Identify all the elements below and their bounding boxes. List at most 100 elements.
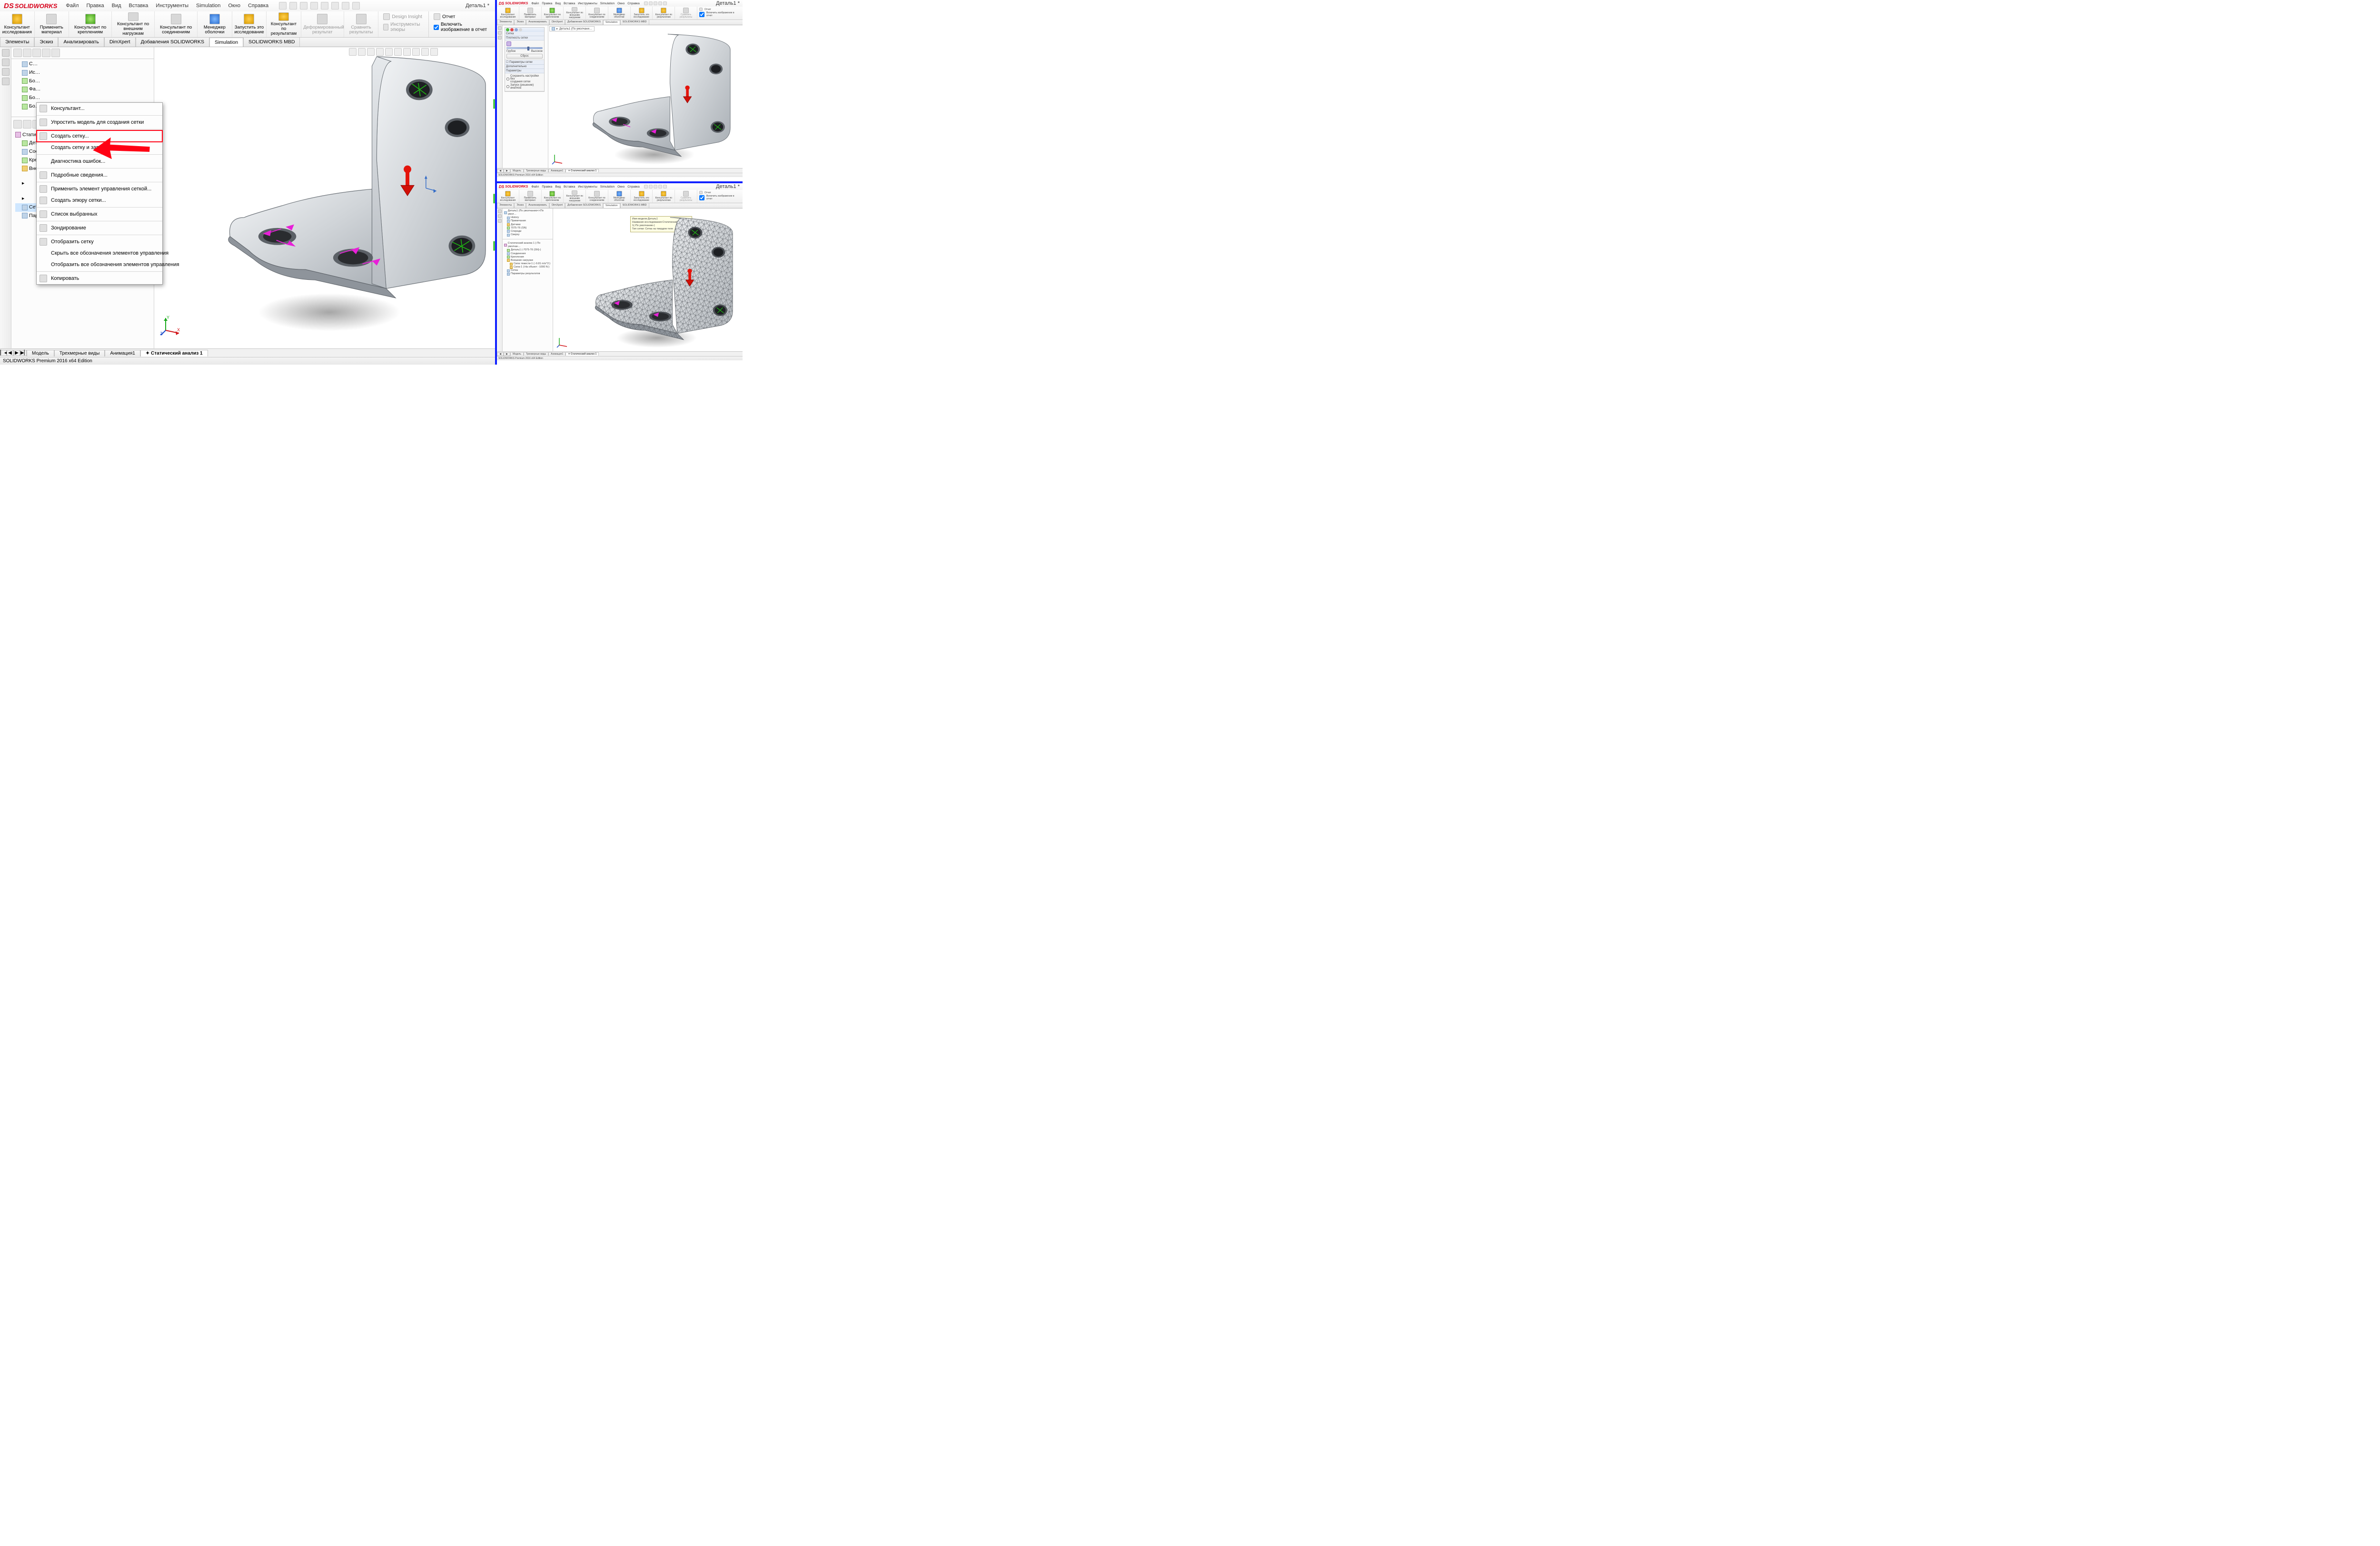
mini-title-bar: DSSOLIDWORKS ФайлПравкаВидВставкаИнструм…: [497, 0, 743, 7]
fixture-advisor-icon: [85, 14, 96, 24]
ribbon-fixture-advisor[interactable]: Консультант по креплениям: [69, 11, 112, 37]
command-manager-tabs: Элементы Эскиз Анализировать DimXpert До…: [0, 38, 495, 47]
tab-simulation[interactable]: Simulation: [209, 38, 243, 47]
connection-advisor-icon: [171, 14, 181, 24]
run-study-icon: [244, 14, 254, 24]
mesh-property-manager: Сетка Плотность сетки ГрубоеВысокое Сбро…: [505, 27, 545, 92]
fm-tab-icon-3[interactable]: [32, 49, 41, 57]
mini-study-tree: Статический анализ 1 (-По умолчан… Детал…: [503, 241, 553, 277]
run-analysis-checkbox[interactable]: Запуск (решение) анализа: [506, 84, 543, 89]
tab-nav-buttons[interactable]: ▏◀◀▶▶▏: [0, 350, 27, 356]
ribbon-study-advisor[interactable]: Консультант исследования: [0, 11, 35, 37]
motion-study-tabs: ▏◀◀▶▶▏ Модель Трехмерные виды Анимация1 …: [0, 348, 495, 357]
shell-manager-icon: [209, 14, 220, 24]
qat-rebuild-icon[interactable]: [342, 2, 349, 10]
status-bar: SOLIDWORKS Premium 2016 x64 Edition: [0, 357, 495, 365]
bottom-tab-static[interactable]: ✦ Статический анализ 1: [140, 350, 208, 357]
qat-open-icon[interactable]: [289, 2, 297, 10]
tab-dimxpert[interactable]: DimXpert: [104, 38, 136, 47]
mesh-density-slider[interactable]: [506, 47, 543, 49]
task-icon-2[interactable]: [2, 59, 10, 66]
qat-options-icon[interactable]: [352, 2, 360, 10]
menu-simulation[interactable]: Simulation: [192, 1, 224, 10]
ribbon-load-advisor[interactable]: Консультант по внешним нагрузкам: [112, 11, 155, 37]
qat-print-icon[interactable]: [310, 2, 318, 10]
include-image-checkbox[interactable]: Включить изображение в отчет: [434, 22, 490, 32]
svg-text:Y: Y: [167, 315, 169, 320]
study-tab-icon-1[interactable]: [13, 120, 22, 129]
fm-tab-icon-2[interactable]: [23, 49, 31, 57]
graphics-viewport[interactable]: Y X Z: [154, 47, 495, 348]
cm-show-mesh[interactable]: Отобразить сетку: [37, 236, 162, 248]
reset-button[interactable]: Сброс: [506, 54, 543, 59]
show-mesh-icon: [40, 238, 47, 246]
ribbon-results-advisor[interactable]: Консультант по результатам: [267, 11, 301, 37]
qat-select-icon[interactable]: [331, 2, 339, 10]
report-button[interactable]: Отчет: [434, 13, 490, 20]
list-icon: [40, 210, 47, 218]
fm-tab-icon-4[interactable]: [42, 49, 50, 57]
menu-bar: Файл Правка Вид Вставка Инструменты Simu…: [62, 1, 272, 10]
cm-advisor[interactable]: Консультант...: [37, 103, 162, 114]
tab-sketch[interactable]: Эскиз: [34, 38, 58, 47]
svg-text:X: X: [177, 327, 180, 332]
mesh-control-icon: [40, 185, 47, 193]
mesh-plot-icon: [40, 197, 47, 204]
report-icon: [434, 13, 440, 20]
pm-title: Сетка: [505, 32, 544, 36]
task-icon-4[interactable]: [2, 78, 10, 85]
menu-file[interactable]: Файл: [62, 1, 82, 10]
ribbon-shell-manager[interactable]: Менеджер оболочки: [198, 11, 232, 37]
ribbon-run-study[interactable]: Запустить это исследование: [232, 11, 267, 37]
ribbon-deformed: Деформированный результат: [301, 11, 344, 37]
ribbon-apply-material[interactable]: Применить материал: [35, 11, 69, 37]
cm-selected-list[interactable]: Список выбранных: [37, 208, 162, 220]
cm-show-ctrl-labels[interactable]: Отобразить все обозначения элементов упр…: [37, 259, 162, 270]
pm-ok-icon[interactable]: [506, 28, 509, 31]
study-tab-icon-2[interactable]: [23, 120, 31, 129]
pm-pushpin-icon[interactable]: [519, 28, 522, 31]
qat-undo-icon[interactable]: [321, 2, 328, 10]
tab-evaluate[interactable]: Анализировать: [58, 38, 104, 47]
menu-insert[interactable]: Вставка: [125, 1, 152, 10]
cm-details[interactable]: Подробные сведения...: [37, 169, 162, 181]
create-mesh-icon: [40, 132, 47, 140]
ribbon-report-group: Отчет Включить изображение в отчет: [429, 11, 495, 37]
title-bar: DSSOLIDWORKS Файл Правка Вид Вставка Инс…: [0, 0, 495, 11]
cm-mesh-control[interactable]: Применить элемент управления сеткой...: [37, 183, 162, 195]
fm-tab-icon-5[interactable]: [51, 49, 60, 57]
pm-cancel-icon[interactable]: [510, 28, 514, 31]
cm-hide-ctrl-labels[interactable]: Скрыть все обозначения элементов управле…: [37, 248, 162, 259]
simplify-icon: [40, 119, 47, 126]
cm-mesh-plot[interactable]: Создать эпюру сетки...: [37, 195, 162, 206]
bottom-tab-animation[interactable]: Анимация1: [105, 350, 140, 357]
pm-help-icon[interactable]: [515, 28, 518, 31]
menu-window[interactable]: Окно: [224, 1, 244, 10]
ribbon-connection-advisor[interactable]: Консультант по соединениям: [155, 11, 198, 37]
menu-view[interactable]: Вид: [108, 1, 125, 10]
cm-probe[interactable]: Зондирование: [37, 222, 162, 234]
deformed-result-icon: [317, 14, 327, 24]
mini-viewport-bottom[interactable]: Имя модели:Деталь1 Название исследования…: [553, 208, 743, 351]
tab-mbd[interactable]: SOLIDWORKS MBD: [243, 38, 300, 47]
ribbon: Консультант исследования Применить матер…: [0, 11, 495, 38]
bottom-tab-model[interactable]: Модель: [27, 350, 54, 357]
tab-features[interactable]: Элементы: [0, 38, 34, 47]
save-without-mesh-checkbox[interactable]: Сохранить настройки без создания сетки: [506, 75, 543, 83]
cm-copy[interactable]: Копировать: [37, 273, 162, 284]
fm-tab-icon-1[interactable]: [13, 49, 22, 57]
tab-addins[interactable]: Добавления SOLIDWORKS: [136, 38, 209, 47]
qat-new-icon[interactable]: [279, 2, 287, 10]
menu-edit[interactable]: Правка: [82, 1, 108, 10]
menu-help[interactable]: Справка: [244, 1, 272, 10]
ribbon-compare: Сравнить результаты: [344, 11, 379, 37]
svg-text:Z: Z: [160, 331, 163, 336]
bottom-tab-3dviews[interactable]: Трехмерные виды: [54, 350, 105, 357]
qat-save-icon[interactable]: [300, 2, 307, 10]
mini-viewport-top[interactable]: ▸ Деталь1 (По умолчани…: [548, 25, 743, 168]
results-advisor-icon: [278, 12, 289, 21]
menu-tools[interactable]: Инструменты: [152, 1, 192, 10]
task-icon-1[interactable]: [2, 49, 10, 57]
study-advisor-icon: [12, 14, 22, 24]
task-icon-3[interactable]: [2, 68, 10, 76]
